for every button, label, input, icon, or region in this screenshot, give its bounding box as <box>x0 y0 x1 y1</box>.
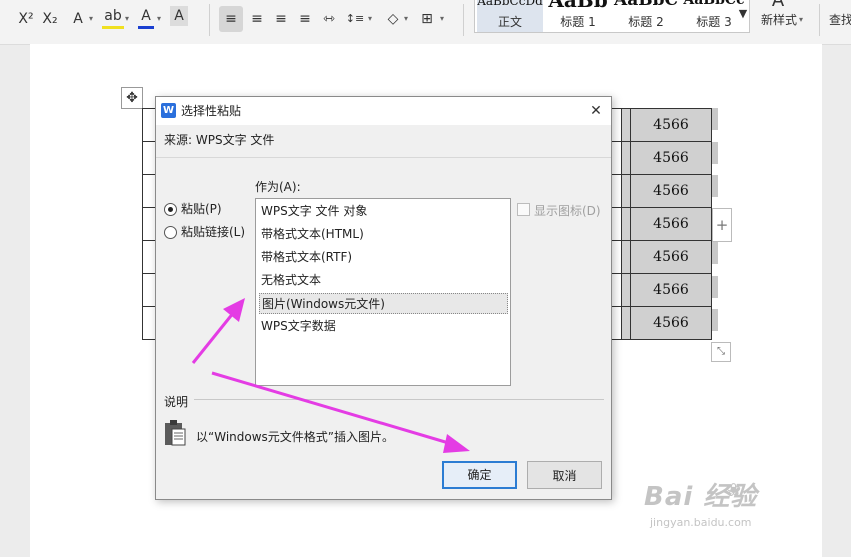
distributed-align-button[interactable]: ⇿ <box>318 6 340 32</box>
char-shading-button[interactable]: A <box>170 6 188 26</box>
source-label: 来源: WPS文字 文件 <box>164 133 275 147</box>
font-color-dropdown-icon[interactable]: ▾ <box>157 6 161 32</box>
table-cell-value[interactable]: 4566 <box>630 273 712 307</box>
radio-unselected-icon[interactable] <box>164 226 177 239</box>
text-effect-button[interactable]: A <box>68 6 88 32</box>
row-marker <box>712 108 718 130</box>
row-marker <box>712 309 718 331</box>
table-resize-icon[interactable]: ⤡ <box>711 342 731 362</box>
style-normal[interactable]: AaBbCcDd 正文 <box>477 0 543 32</box>
font-color-button[interactable]: A <box>138 6 154 29</box>
table-cell[interactable] <box>621 108 631 142</box>
shading-button[interactable]: ◇ <box>382 6 404 32</box>
new-style-dropdown-icon[interactable]: ▾ <box>799 7 803 33</box>
new-style-button[interactable]: 新样式 <box>757 7 801 33</box>
radio-selected-icon[interactable] <box>164 203 177 216</box>
style-preview: AaBb <box>548 0 608 12</box>
justify-button[interactable]: ≡ <box>294 6 316 32</box>
table-cell[interactable] <box>621 240 631 274</box>
list-item[interactable]: 带格式文本(RTF) <box>259 247 508 268</box>
borders-dropdown-icon[interactable]: ▾ <box>440 6 444 32</box>
toolbar-divider <box>209 4 210 36</box>
table-cell[interactable] <box>621 273 631 307</box>
line-spacing-button[interactable]: ↕≡ <box>344 6 366 32</box>
paste-special-dialog: W 选择性粘贴 ✕ 来源: WPS文字 文件 粘贴(P) 粘贴链接(L) 作为(… <box>155 96 612 500</box>
table-move-handle-icon[interactable]: ✥ <box>121 87 143 109</box>
table-cell[interactable] <box>621 207 631 241</box>
paste-link-radio-label[interactable]: 粘贴链接(L) <box>181 224 245 240</box>
align-center-button[interactable]: ≡ <box>246 6 268 32</box>
highlight-dropdown-icon[interactable]: ▾ <box>125 6 129 32</box>
row-marker <box>712 275 718 298</box>
align-left-button[interactable]: ≡ <box>219 6 243 32</box>
style-heading-2[interactable]: AaBbC 标题 2 <box>613 0 679 32</box>
table-cell-value[interactable]: 4566 <box>630 141 712 175</box>
add-column-icon[interactable]: + <box>712 208 732 242</box>
list-item[interactable]: 无格式文本 <box>259 270 508 291</box>
description-text: 以“Windows元文件格式”插入图片。 <box>196 430 395 444</box>
toolbar-divider <box>463 4 464 36</box>
as-listbox[interactable]: WPS文字 文件 对象 带格式文本(HTML) 带格式文本(RTF) 无格式文本… <box>255 198 511 386</box>
ribbon-toolbar: X² X₂ A ▾ ab ▾ A ▾ A ≡ ≡ ≡ ≡ ⇿ ↕≡ ▾ ◇ ▾ … <box>0 0 851 45</box>
style-name: 标题 1 <box>560 15 596 29</box>
table-cell-value[interactable]: 4566 <box>630 240 712 274</box>
line-spacing-dropdown-icon[interactable]: ▾ <box>368 6 372 32</box>
list-item[interactable]: 带格式文本(HTML) <box>259 224 508 245</box>
style-heading-1[interactable]: AaBb 标题 1 <box>545 0 611 32</box>
table-cell[interactable] <box>621 141 631 175</box>
checkbox-icon[interactable] <box>517 203 530 216</box>
row-marker <box>712 242 718 264</box>
table-cell-value[interactable]: 4566 <box>630 108 712 142</box>
find-button[interactable]: 查找 <box>829 7 851 33</box>
shading-dropdown-icon[interactable]: ▾ <box>404 6 408 32</box>
style-preview: AaBbCcDd <box>477 0 543 8</box>
show-icon-label[interactable]: 显示图标(D) <box>534 202 601 219</box>
style-preview: AaBbC <box>614 0 678 10</box>
dialog-title: 选择性粘贴 <box>181 104 242 118</box>
text-effect-dropdown-icon[interactable]: ▾ <box>89 6 93 32</box>
table-cell[interactable] <box>621 174 631 208</box>
style-gallery-more-icon[interactable]: ▼ <box>736 0 750 32</box>
paw-icon: ❀ <box>726 480 742 501</box>
as-label: 作为(A): <box>255 180 301 194</box>
description-heading: 说明 <box>164 395 189 409</box>
align-right-button[interactable]: ≡ <box>270 6 292 32</box>
clipboard-icon <box>165 420 186 446</box>
style-name: 标题 2 <box>628 15 664 29</box>
table-cell-value[interactable]: 4566 <box>630 306 712 340</box>
subscript-button[interactable]: X₂ <box>40 6 60 32</box>
baidu-watermark: Bai 经验 ❀ jingyan.baidu.com <box>638 464 808 544</box>
divider <box>194 399 604 400</box>
table-cell-value[interactable]: 4566 <box>630 174 712 208</box>
highlight-button[interactable]: ab <box>102 6 124 29</box>
paste-radio-label[interactable]: 粘贴(P) <box>181 201 222 217</box>
style-gallery: AaBbCcDd 正文 AaBb 标题 1 AaBbC 标题 2 AaBbCc … <box>474 0 750 33</box>
list-item[interactable]: WPS文字数据 <box>259 316 508 337</box>
list-item[interactable]: WPS文字 文件 对象 <box>259 201 508 222</box>
superscript-button[interactable]: X² <box>16 6 36 32</box>
style-name: 正文 <box>497 15 522 29</box>
table-cell-value[interactable]: 4566 <box>630 207 712 241</box>
row-marker <box>712 175 718 197</box>
cancel-button[interactable]: 取消 <box>527 461 602 489</box>
divider <box>156 157 611 158</box>
table-cell[interactable] <box>621 306 631 340</box>
row-marker <box>712 141 718 164</box>
ok-button[interactable]: 确定 <box>442 461 517 489</box>
wps-app-icon: W <box>161 103 176 118</box>
watermark-url: jingyan.baidu.com <box>650 516 752 529</box>
borders-button[interactable]: ⊞ <box>416 6 438 32</box>
close-icon[interactable]: ✕ <box>581 97 611 125</box>
dialog-titlebar[interactable]: W 选择性粘贴 ✕ <box>156 97 611 125</box>
list-item-selected[interactable]: 图片(Windows元文件) <box>259 293 508 314</box>
toolbar-divider <box>819 4 820 36</box>
